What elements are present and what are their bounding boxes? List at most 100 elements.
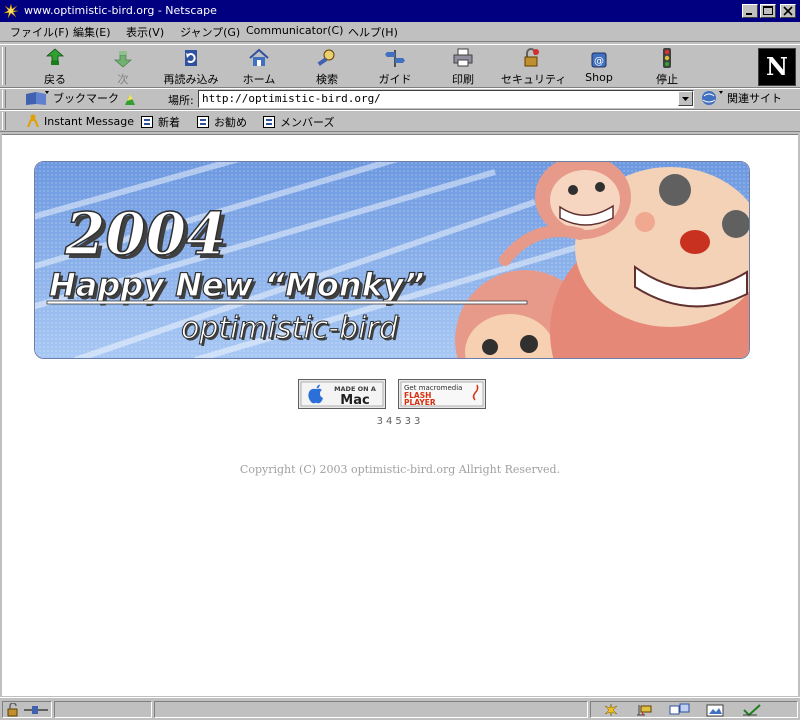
menu-file[interactable]: ファイル(F): [10, 24, 69, 40]
composer-icon[interactable]: [705, 703, 727, 717]
home-button[interactable]: ホーム: [229, 47, 289, 86]
discussions-icon[interactable]: [669, 703, 691, 717]
window-title: www.optimistic-bird.org - Netscape: [24, 4, 217, 17]
reload-label: 再読み込み: [163, 73, 219, 86]
maximize-button[interactable]: [760, 4, 776, 18]
personal-toolbar: Instant Message 新着 お勧め メンバーズ: [0, 110, 800, 132]
home-label: ホーム: [242, 73, 276, 86]
copyright-notice: Copyright (C) 2003 optimistic-bird.org A…: [239, 463, 561, 476]
back-button[interactable]: 戻る: [25, 47, 85, 86]
banner-site-name: optimistic-bird: [181, 311, 399, 346]
print-button[interactable]: 印刷: [433, 47, 493, 86]
forward-arrow-icon: [113, 51, 133, 68]
navigation-toolbar: 戻る 次 再読み込み ホーム 検索 ガイド 印刷 セキュリティ @ Shop 停…: [0, 44, 800, 88]
netscape-logo[interactable]: N: [758, 48, 796, 86]
shop-label: Shop: [585, 71, 613, 84]
mailbox-icon[interactable]: [635, 703, 655, 717]
menu-go[interactable]: ジャンプ(G): [180, 24, 240, 40]
forward-button[interactable]: 次: [93, 47, 153, 86]
guide-icon: [385, 50, 405, 67]
get-flash-player-badge[interactable]: Get macromedia FLASH PLAYER: [398, 379, 486, 409]
navigator-component-icon[interactable]: [603, 703, 619, 717]
menu-view[interactable]: 表示(V): [126, 24, 164, 40]
search-icon: [317, 49, 335, 66]
stop-button[interactable]: 停止: [637, 47, 697, 86]
banner-headline: Happy New “Monky”: [49, 266, 424, 304]
related-sites-icon: [702, 91, 723, 105]
svg-text:@: @: [594, 56, 604, 67]
maximize-icon: [763, 6, 773, 15]
new-link[interactable]: 新着: [140, 114, 180, 130]
url-input[interactable]: http://optimistic-bird.org/: [198, 90, 694, 108]
mac-badge-line1: MADE ON A: [334, 385, 376, 393]
minimize-icon: [746, 13, 752, 15]
print-label: 印刷: [452, 73, 474, 86]
search-label: 検索: [316, 73, 338, 86]
bookmark-page-icon: [141, 116, 153, 128]
chevron-down-icon: [682, 97, 689, 101]
shop-button[interactable]: @ Shop: [569, 47, 629, 85]
made-on-a-mac-badge[interactable]: MADE ON A Mac: [298, 379, 386, 409]
shop-bag-icon: @: [591, 52, 607, 68]
reload-icon: [185, 50, 197, 66]
security-button[interactable]: セキュリティ: [501, 47, 567, 86]
back-arrow-icon: [45, 48, 65, 65]
close-icon: [783, 6, 793, 16]
bookmarks-icon: [26, 91, 49, 105]
progress-pane: [54, 701, 152, 718]
guide-button[interactable]: ガイド: [365, 47, 425, 86]
related-sites-button[interactable]: 関連サイト: [700, 90, 782, 106]
title-bar[interactable]: www.optimistic-bird.org - Netscape: [0, 0, 800, 22]
menu-help[interactable]: ヘルプ(H): [348, 24, 398, 40]
members-label: メンバーズ: [280, 116, 335, 129]
mac-badge-graphic: MADE ON A Mac: [298, 379, 386, 409]
stop-icon: [663, 48, 671, 68]
status-message-pane: [154, 701, 588, 718]
netscape-app-icon[interactable]: [3, 3, 19, 19]
bookmark-page-icon: [263, 116, 275, 128]
new-year-banner[interactable]: 2004 2004 Happy New “Monky” Happy New “M…: [34, 161, 750, 359]
guide-label: ガイド: [378, 73, 412, 86]
status-bar: [0, 697, 800, 720]
instant-message-icon: [27, 114, 39, 128]
home-icon: [249, 48, 269, 66]
forward-label: 次: [117, 73, 129, 86]
bookmarks-button[interactable]: ブックマーク: [24, 90, 119, 106]
location-toolbar: ブックマーク 場所: http://optimistic-bird.org/ 関…: [0, 88, 800, 110]
related-sites-label: 関連サイト: [727, 92, 782, 105]
bookmark-page-icon: [197, 116, 209, 128]
page-proxy-icon[interactable]: [122, 91, 138, 107]
menu-communicator[interactable]: Communicator(C): [246, 24, 343, 37]
menu-edit[interactable]: 編集(E): [73, 24, 111, 40]
toolbar-grip[interactable]: [2, 47, 6, 85]
new-label: 新着: [158, 116, 180, 129]
location-label: 場所:: [168, 94, 194, 107]
bookmarks-label: ブックマーク: [53, 92, 119, 105]
security-label: セキュリティ: [501, 73, 567, 86]
flash-badge-graphic: Get macromedia FLASH PLAYER: [398, 379, 486, 409]
flash-badge-line3: PLAYER: [404, 398, 436, 407]
instant-message-link[interactable]: Instant Message: [26, 114, 134, 128]
component-bar: [590, 701, 798, 718]
close-button[interactable]: [780, 4, 796, 18]
url-history-dropdown[interactable]: [678, 91, 693, 106]
back-label: 戻る: [44, 73, 66, 86]
visit-counter: 34533: [376, 416, 424, 427]
search-button[interactable]: 検索: [297, 47, 357, 86]
print-icon: [453, 48, 473, 67]
recommended-label: お勧め: [214, 116, 247, 129]
location-grip[interactable]: [2, 90, 6, 108]
personal-grip[interactable]: [2, 112, 6, 130]
banner-artwork: 2004 2004 Happy New “Monky” Happy New “M…: [35, 162, 749, 358]
security-status-pane[interactable]: [2, 701, 52, 718]
recommended-link[interactable]: お勧め: [196, 114, 247, 130]
minimize-button[interactable]: [742, 4, 758, 18]
edit-checkmark-icon[interactable]: [741, 703, 763, 717]
security-lock-icon: [524, 48, 539, 67]
members-link[interactable]: メンバーズ: [262, 114, 334, 130]
page-content: 2004 2004 Happy New “Monky” Happy New “M…: [2, 134, 798, 696]
menu-bar: ファイル(F) 編集(E) 表示(V) ジャンプ(G) Communicator…: [0, 22, 800, 42]
reload-button[interactable]: 再読み込み: [161, 47, 221, 86]
connection-plug-icon: [24, 706, 48, 714]
lock-status-icon: [7, 703, 18, 717]
